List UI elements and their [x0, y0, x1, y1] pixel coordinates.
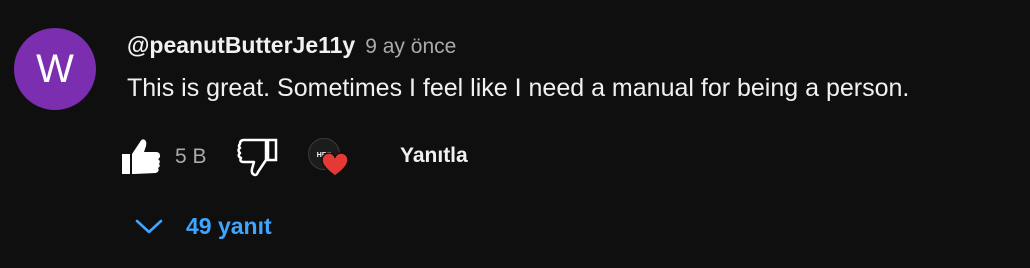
comment-author[interactable]: @peanutButterJe11y	[127, 32, 355, 59]
avatar-letter: W	[36, 47, 74, 91]
thumbs-down-icon	[237, 138, 278, 177]
comment-timestamp[interactable]: 9 ay önce	[365, 35, 456, 59]
creator-heart[interactable]: HBF	[308, 138, 354, 184]
like-button[interactable]	[118, 136, 164, 178]
comment-text: This is great. Sometimes I feel like I n…	[127, 74, 910, 102]
comment-thread: W @peanutButterJe11y 9 ay önce This is g…	[0, 0, 1030, 268]
heart-icon	[321, 152, 349, 177]
reply-button[interactable]: Yanıtla	[400, 144, 468, 168]
replies-count: 49 yanıt	[186, 212, 272, 239]
chevron-down-icon	[135, 219, 163, 234]
comment-header: @peanutButterJe11y 9 ay önce	[127, 32, 456, 62]
view-replies-button[interactable]: 49 yanıt	[134, 208, 272, 244]
dislike-button[interactable]	[234, 136, 280, 178]
comment-actions: 5 B HBF Yanıtla	[118, 134, 618, 182]
thumbs-up-icon	[122, 139, 160, 174]
like-count: 5 B	[175, 145, 207, 168]
avatar[interactable]: W	[14, 28, 96, 110]
